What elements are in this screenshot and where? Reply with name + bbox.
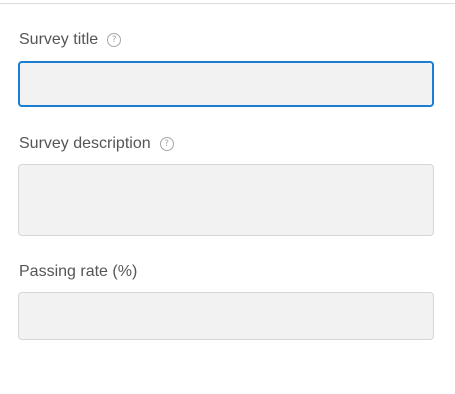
survey-title-label-text: Survey title [19,31,99,48]
passing-rate-input[interactable] [18,292,434,340]
survey-description-label: Survey description ? [19,135,174,153]
survey-title-label: Survey title ? [19,31,122,49]
survey-title-input[interactable] [18,61,434,107]
passing-rate-label: Passing rate (%) [19,263,137,281]
passing-rate-label-text: Passing rate (%) [19,263,138,280]
help-icon[interactable]: ? [107,33,122,47]
survey-description-input[interactable] [18,164,434,236]
survey-description-label-text: Survey description [19,135,151,152]
top-divider [0,0,455,4]
help-icon[interactable]: ? [159,137,174,151]
